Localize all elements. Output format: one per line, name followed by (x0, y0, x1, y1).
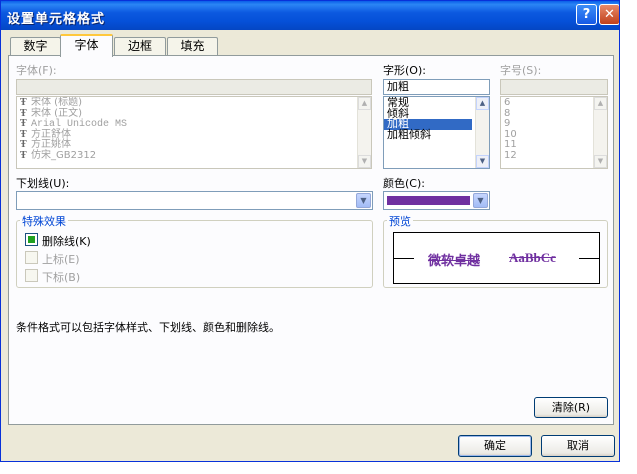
chevron-down-icon[interactable]: ▼ (356, 193, 371, 208)
tab-border[interactable]: 边框 (114, 37, 166, 56)
list-item[interactable]: 11 (501, 139, 607, 151)
truetype-icon: Ŧ (20, 139, 27, 150)
truetype-icon: Ŧ (20, 149, 27, 161)
strikethrough-label[interactable]: 删除线(K) (42, 233, 91, 249)
clear-button[interactable]: 清除(R) (534, 397, 608, 418)
strikethrough-checkbox[interactable] (25, 233, 38, 246)
format-cells-dialog: 设置单元格格式 ? ✕ 数字 字体 边框 填充 字体(F): Ŧ 宋体 (标题) … (0, 0, 620, 462)
cancel-button[interactable]: 取消 (541, 435, 615, 457)
list-item[interactable]: 9 (501, 118, 607, 130)
color-picker[interactable]: ▼ (383, 191, 490, 210)
tab-number[interactable]: 数字 (10, 37, 61, 56)
list-item[interactable]: 12 (501, 150, 607, 162)
preview-baseline (394, 258, 414, 259)
scroll-down-icon[interactable]: ▼ (476, 155, 489, 168)
size-input[interactable] (500, 79, 608, 95)
superscript-label[interactable]: 上标(E) (42, 251, 80, 267)
underline-select[interactable]: ▼ (16, 191, 373, 210)
color-swatch (387, 196, 470, 205)
conditional-format-note: 条件格式可以包括字体样式、下划线、颜色和删除线。 (16, 321, 280, 334)
style-label: 字形(O): (383, 64, 426, 77)
preview-box: 微软卓越 AaBbCc (393, 232, 600, 284)
effects-title: 特殊效果 (20, 213, 68, 229)
size-label: 字号(S): (500, 64, 542, 77)
superscript-checkbox[interactable] (25, 251, 38, 264)
preview-baseline (579, 258, 599, 259)
list-item[interactable]: 8 (501, 108, 607, 120)
truetype-icon: Ŧ (20, 118, 27, 129)
truetype-icon: Ŧ (20, 97, 27, 108)
window-title: 设置单元格格式 (7, 12, 106, 27)
style-list-scrollbar[interactable]: ▲ ▼ (475, 97, 489, 168)
size-list[interactable]: 6 8 9 10 11 12 ▲ ▼ (500, 96, 608, 169)
scroll-up-icon[interactable]: ▲ (358, 97, 371, 110)
style-input[interactable]: 加粗 (383, 79, 490, 95)
font-input[interactable] (16, 79, 372, 95)
scroll-up-icon[interactable]: ▲ (476, 97, 489, 110)
list-item[interactable]: 加粗倾斜 (384, 129, 489, 141)
help-button[interactable]: ? (576, 4, 597, 25)
list-item[interactable]: 10 (501, 129, 607, 141)
preview-sample-latin: AaBbCc (509, 250, 556, 265)
color-label: 颜色(C): (383, 177, 425, 190)
underline-label: 下划线(U): (16, 177, 70, 190)
tab-font[interactable]: 字体 (60, 34, 113, 57)
preview-title: 预览 (387, 213, 413, 229)
chevron-down-icon[interactable]: ▼ (473, 193, 488, 208)
tab-fill[interactable]: 填充 (167, 37, 218, 56)
ok-button[interactable]: 确定 (458, 435, 532, 457)
style-list[interactable]: 常规 倾斜 加粗 加粗倾斜 ▲ ▼ (383, 96, 490, 169)
size-list-scrollbar[interactable]: ▲ ▼ (593, 97, 607, 168)
font-list-scrollbar[interactable]: ▲ ▼ (357, 97, 371, 168)
scroll-down-icon[interactable]: ▼ (594, 155, 607, 168)
font-label: 字体(F): (16, 64, 57, 77)
scroll-down-icon[interactable]: ▼ (358, 155, 371, 168)
list-item[interactable]: Ŧ 宋体 (正文) (17, 108, 371, 120)
preview-sample-cjk: 微软卓越 (428, 253, 481, 268)
title-bar[interactable]: 设置单元格格式 ? ✕ (1, 1, 619, 30)
list-item[interactable]: Ŧ 仿宋_GB2312 (17, 149, 371, 162)
subscript-label[interactable]: 下标(B) (42, 269, 80, 285)
scroll-up-icon[interactable]: ▲ (594, 97, 607, 110)
font-list[interactable]: Ŧ 宋体 (标题) Ŧ 宋体 (正文) Ŧ Arial Unicode MS Ŧ 方正舒… (16, 96, 372, 169)
close-button[interactable]: ✕ (599, 4, 619, 25)
list-item[interactable]: 6 (501, 97, 607, 109)
subscript-checkbox[interactable] (25, 269, 38, 282)
